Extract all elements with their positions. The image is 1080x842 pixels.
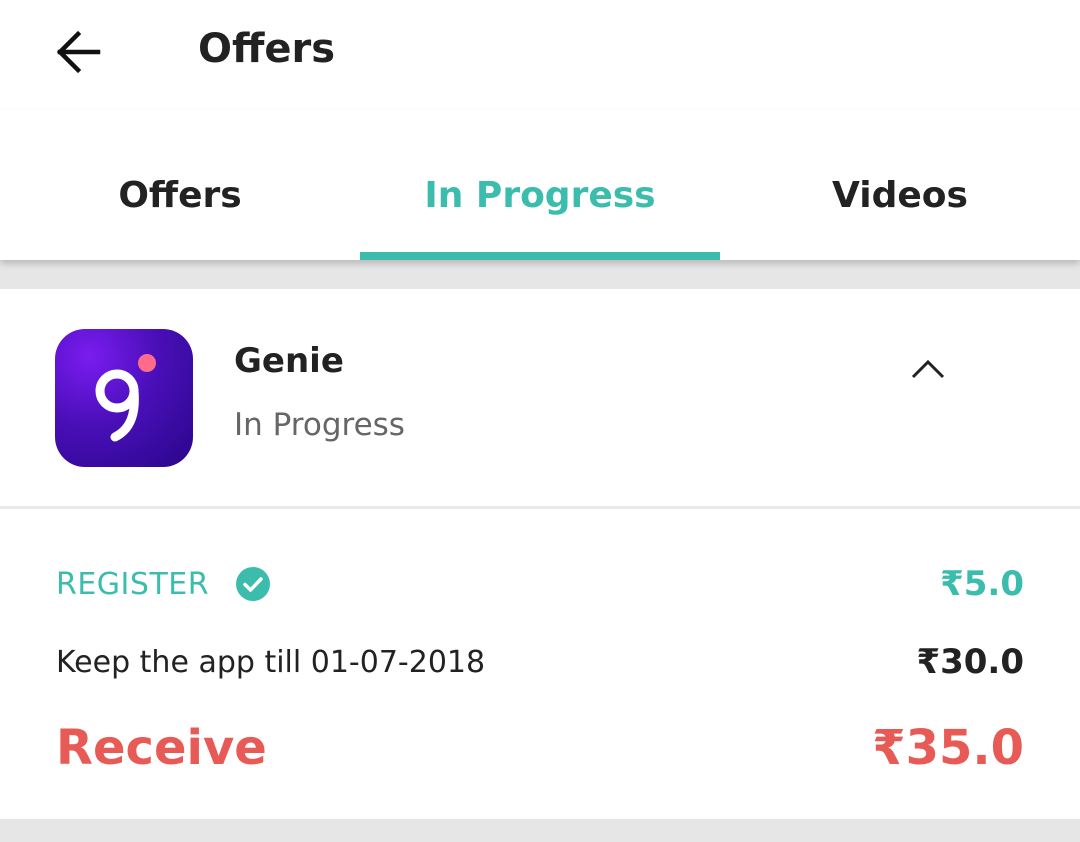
collapse-button[interactable] xyxy=(900,349,956,389)
task-label: REGISTER xyxy=(56,566,210,602)
task-row: REGISTER ₹5.0 xyxy=(56,559,1024,609)
chevron-up-icon xyxy=(911,359,945,379)
check-circle-icon xyxy=(236,567,271,601)
arrow-left-icon xyxy=(56,30,101,74)
app-name: Genie xyxy=(234,341,344,381)
tab-bar: Offers In Progress Videos xyxy=(0,110,1080,260)
tab-videos[interactable]: Videos xyxy=(720,110,1080,260)
offer-status: In Progress xyxy=(234,407,405,443)
offer-card: Genie In Progress REGISTER ₹5.0 Keep the… xyxy=(0,289,1080,819)
total-row: Receive ₹35.0 xyxy=(56,715,1024,781)
app-bar: Offers xyxy=(0,0,1080,110)
task-label-group: REGISTER xyxy=(56,566,271,602)
total-label: Receive xyxy=(56,720,267,776)
genie-app-icon xyxy=(55,329,193,467)
tab-label: Videos xyxy=(832,174,968,216)
tab-label: Offers xyxy=(118,174,242,216)
task-row: Keep the app till 01-07-2018 ₹30.0 xyxy=(56,637,1024,687)
tab-label: In Progress xyxy=(424,174,656,216)
task-amount: ₹5.0 xyxy=(940,564,1024,604)
task-label: Keep the app till 01-07-2018 xyxy=(56,644,486,680)
offer-header[interactable]: Genie In Progress xyxy=(0,289,1080,509)
active-tab-indicator xyxy=(360,252,720,260)
total-amount: ₹35.0 xyxy=(872,720,1024,776)
task-amount: ₹30.0 xyxy=(916,642,1024,682)
tab-offers[interactable]: Offers xyxy=(0,110,360,260)
tab-in-progress[interactable]: In Progress xyxy=(360,110,720,260)
page-title: Offers xyxy=(198,26,336,72)
back-button[interactable] xyxy=(48,22,108,82)
